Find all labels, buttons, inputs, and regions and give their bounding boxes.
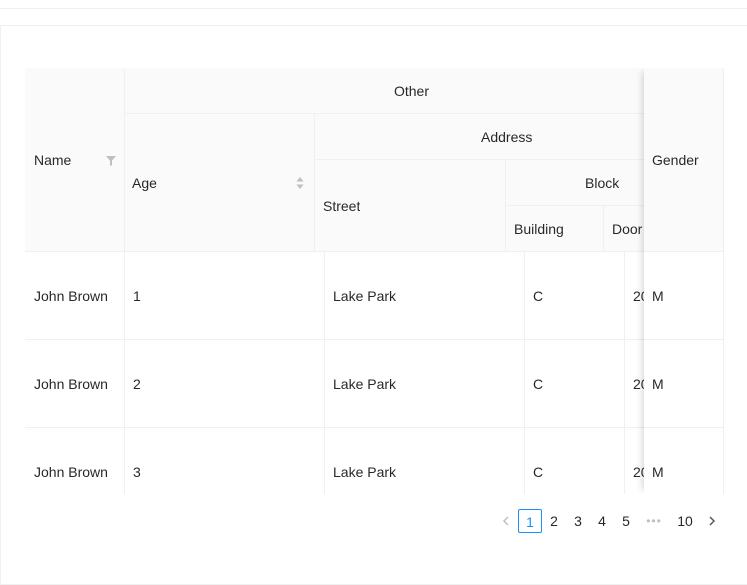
right-chevron-icon[interactable] (700, 509, 724, 533)
header-age[interactable]: Age (125, 114, 315, 252)
page-2-button[interactable]: 2 (542, 509, 566, 533)
cell-age-text: 3 (133, 464, 141, 480)
fixed-gender-column: Gender M M M (644, 68, 724, 494)
header-address: Address (315, 114, 698, 160)
header-gender-label: Gender (652, 152, 699, 168)
page-4-button[interactable]: 4 (590, 509, 614, 533)
page-10-button[interactable]: 10 (673, 509, 697, 533)
cell-street: Lake Park (325, 428, 525, 494)
cell-age: 2 (125, 340, 325, 428)
cell-building-text: C (533, 288, 544, 304)
cell-gender: M (644, 252, 724, 340)
cell-age-text: 1 (133, 288, 141, 304)
cell-building: C (525, 252, 625, 340)
cell-street: Lake Park (325, 340, 525, 428)
cell-name-text: John Brown (34, 376, 108, 392)
header-other-label: Other (393, 83, 429, 99)
top-panel (0, 0, 747, 9)
header-other: Other (125, 68, 698, 114)
jump-next-ellipsis[interactable]: ••• (640, 509, 668, 533)
cell-building-text: C (533, 376, 544, 392)
cell-age: 1 (125, 252, 325, 340)
cell-name: John Brown (25, 428, 125, 494)
cell-building: C (525, 428, 625, 494)
sort-icon[interactable] (296, 176, 304, 190)
header-name-label: Name (34, 152, 72, 168)
header-address-label: Address (481, 129, 533, 145)
header-building: Building (506, 206, 604, 252)
cell-street-text: Lake Park (333, 376, 397, 392)
page-3-button[interactable]: 3 (566, 509, 590, 533)
header-gender: Gender (644, 68, 724, 252)
cell-name: John Brown (25, 340, 125, 428)
header-age-label: Age (132, 175, 157, 191)
cell-age: 3 (125, 428, 325, 494)
header-street: Street (315, 160, 506, 252)
cell-street: Lake Park (325, 252, 525, 340)
page-1-button[interactable]: 1 (518, 509, 542, 533)
cell-gender-text: M (652, 376, 664, 392)
header-name[interactable]: Name (25, 68, 125, 252)
cell-gender: M (644, 340, 724, 428)
data-table: Name Other Age Address Street Block Buil… (25, 68, 724, 494)
cell-age-text: 2 (133, 376, 141, 392)
cell-gender: M (644, 428, 724, 494)
cell-name-text: John Brown (34, 464, 108, 480)
left-chevron-icon[interactable] (494, 509, 518, 533)
cell-building-text: C (533, 464, 544, 480)
cell-gender-text: M (652, 464, 664, 480)
cell-name-text: John Brown (34, 288, 108, 304)
cell-building: C (525, 340, 625, 428)
header-building-label: Building (514, 221, 564, 237)
page-5-button[interactable]: 5 (614, 509, 638, 533)
cell-street-text: Lake Park (333, 288, 397, 304)
filter-icon[interactable] (106, 156, 116, 166)
cell-gender-text: M (652, 288, 664, 304)
header-street-label: Street (323, 198, 361, 214)
header-block-label: Block (585, 175, 620, 191)
cell-name: John Brown (25, 252, 125, 340)
cell-street-text: Lake Park (333, 464, 397, 480)
